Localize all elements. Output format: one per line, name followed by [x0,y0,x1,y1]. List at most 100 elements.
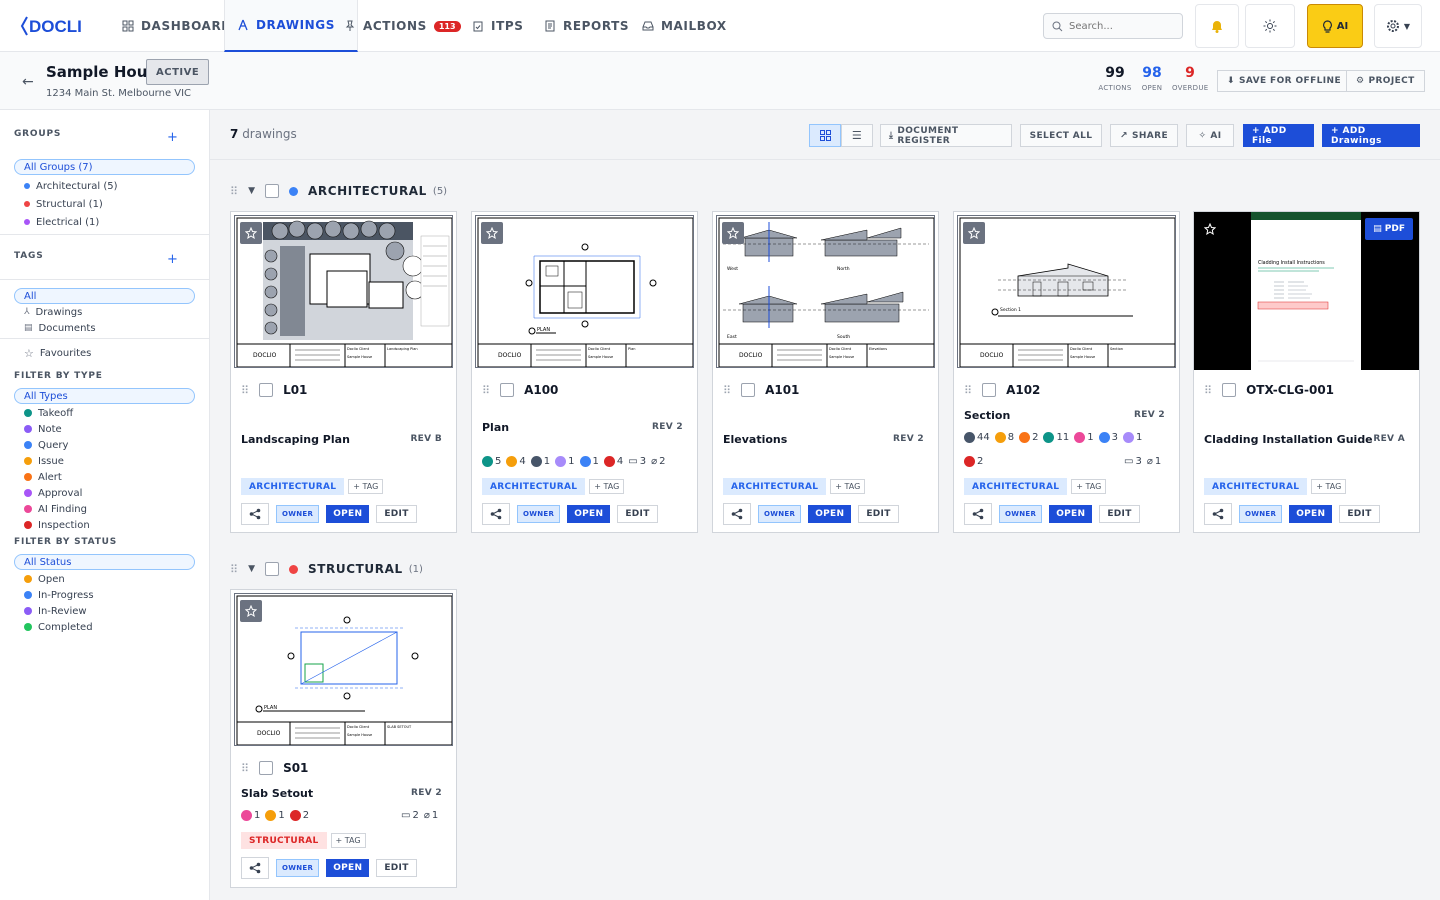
drawing-card-l01[interactable]: DOCLIO Doclio Client Sample House Landsc… [230,211,457,533]
nav-reports[interactable]: REPORTS [532,0,641,52]
theme-toggle-button[interactable] [1245,4,1295,48]
settings-menu-button[interactable]: ▼ [1374,4,1422,48]
share-icon[interactable] [1204,503,1232,525]
open-button[interactable]: OPEN [567,505,611,523]
card-select-checkbox[interactable] [741,383,756,397]
card-select-checkbox[interactable] [1222,383,1237,397]
open-button[interactable]: OPEN [1289,505,1333,523]
drag-handle-icon[interactable]: ⠿ [230,563,238,576]
inspection-count[interactable]: 2 [289,810,309,821]
status-filter-in-progress[interactable]: In-Progress [24,588,94,602]
edit-button[interactable]: EDIT [1099,505,1140,523]
type-filter-alert[interactable]: Alert [24,470,62,484]
note-count[interactable]: 1 [555,456,575,467]
collapse-caret-icon[interactable]: ▼ [248,564,255,574]
type-filter-issue[interactable]: Issue [24,454,64,468]
inspection-count[interactable]: 2 [964,456,983,467]
attachments-count[interactable]: ⌀ 1 [1147,456,1161,467]
add-tag-button[interactable]: + TAG [1311,479,1347,494]
group-tag[interactable]: ARCHITECTURAL [241,478,345,495]
general-count[interactable]: 1 [530,456,550,467]
document-register-button[interactable]: ⤓ DOCUMENT REGISTER [880,124,1012,147]
search-box[interactable] [1043,13,1183,39]
share-icon[interactable] [241,857,269,879]
ai-assistant-button[interactable]: AI [1307,4,1363,48]
stat-actions[interactable]: 99 ACTIONS [1096,65,1134,92]
issue-count[interactable]: 4 [506,456,526,467]
group-tag[interactable]: ARCHITECTURAL [964,478,1068,495]
drag-handle-icon[interactable]: ⠿ [230,185,238,198]
favourite-star-icon[interactable] [481,222,503,244]
drawing-card-s01[interactable]: PLAN DOCLIO Doclio Client Sample House S… [230,589,457,888]
open-button[interactable]: OPEN [326,505,370,523]
add-group-button[interactable]: + [167,130,178,145]
back-arrow-icon[interactable]: ← [22,74,34,90]
drawing-card-otx-clg-001[interactable]: ▤ PDF Cladding Install Instructions ⠿ OT… [1193,211,1420,533]
share-icon[interactable] [482,503,510,525]
all-tags-filter[interactable]: All [14,288,195,304]
add-drawings-button[interactable]: + ADD Drawings [1322,124,1420,147]
collapse-caret-icon[interactable]: ▼ [248,186,255,196]
type-filter-query[interactable]: Query [24,438,68,452]
group-tag[interactable]: ARCHITECTURAL [482,478,586,495]
status-filter-open[interactable]: Open [24,572,65,586]
group-select-checkbox[interactable] [264,184,279,198]
note-count[interactable]: 1 [1122,432,1142,443]
ai-tools-button[interactable]: ✧ AI [1186,124,1234,147]
project-settings-button[interactable]: ⚙ PROJECT [1346,70,1425,92]
edit-button[interactable]: EDIT [617,505,658,523]
attachments-count[interactable]: ⌀ 2 [651,456,665,467]
tag-filter-drawings[interactable]: ⅄ Drawings [24,305,82,319]
edit-button[interactable]: EDIT [376,859,417,877]
add-tag-button[interactable]: + TAG [1071,479,1107,494]
ai-finding-count[interactable]: 1 [241,810,260,821]
drawing-thumbnail[interactable]: Section 1 DOCLIO Doclio Client Sample Ho… [957,215,1176,368]
issue-count[interactable]: 8 [994,432,1014,443]
takeoff-count[interactable]: 11 [1043,432,1069,443]
share-icon[interactable] [964,503,992,525]
drawing-thumbnail[interactable]: PLAN DOCLIO Doclio Client Sample House S… [234,593,453,746]
document-thumbnail[interactable]: ▤ PDF Cladding Install Instructions [1194,212,1419,370]
drag-handle-icon[interactable]: ⠿ [964,384,972,397]
query-count[interactable]: 1 [579,456,599,467]
add-tag-button[interactable]: + TAG [330,833,366,848]
alert-count[interactable]: 2 [1019,432,1038,443]
all-groups-filter[interactable]: All Groups (7) [14,159,195,175]
add-file-button[interactable]: + ADD File [1243,124,1314,147]
nav-actions[interactable]: ACTIONS 113 [332,0,473,52]
grid-view-toggle[interactable] [809,124,841,147]
search-input[interactable] [1069,20,1169,32]
type-filter-approval[interactable]: Approval [24,486,82,500]
edit-button[interactable]: EDIT [376,505,417,523]
tag-filter-documents[interactable]: ▤ Documents [24,321,96,335]
group-tag[interactable]: ARCHITECTURAL [1204,478,1308,495]
issue-count[interactable]: 1 [265,810,285,821]
nav-mailbox[interactable]: MAILBOX [630,0,739,52]
card-select-checkbox[interactable] [259,761,274,775]
share-button[interactable]: ↗ SHARE [1110,124,1178,147]
doclio-logo[interactable]: DOCLIO [20,13,82,39]
nav-itps[interactable]: ITPS [460,0,536,52]
type-filter-note[interactable]: Note [24,422,62,436]
add-tag-button[interactable]: + [167,252,178,267]
drag-handle-icon[interactable]: ⠿ [241,384,249,397]
takeoff-count[interactable]: 5 [482,456,501,467]
card-select-checkbox[interactable] [982,383,997,397]
share-icon[interactable] [723,503,751,525]
type-filter-takeoff[interactable]: Takeoff [24,406,73,420]
favourite-star-icon[interactable] [240,222,262,244]
group-filter-architectural[interactable]: Architectural (5) [24,179,118,193]
group-filter-electrical[interactable]: Electrical (1) [24,215,99,229]
drawing-card-a102[interactable]: Section 1 DOCLIO Doclio Client Sample Ho… [953,211,1180,533]
status-filter-in-review[interactable]: In-Review [24,604,87,618]
save-offline-button[interactable]: ⬇ SAVE FOR OFFLINE [1217,70,1352,92]
notifications-button[interactable] [1195,4,1239,48]
favourite-star-icon[interactable] [1199,218,1221,240]
add-tag-button[interactable]: + TAG [348,479,384,494]
select-all-button[interactable]: SELECT ALL [1020,124,1102,147]
favourite-star-icon[interactable] [722,222,744,244]
general-count[interactable]: 44 [964,432,990,443]
all-status-filter[interactable]: All Status [14,554,195,570]
all-types-filter[interactable]: All Types [14,388,195,404]
comments-count[interactable]: ▭ 3 [1124,456,1142,467]
